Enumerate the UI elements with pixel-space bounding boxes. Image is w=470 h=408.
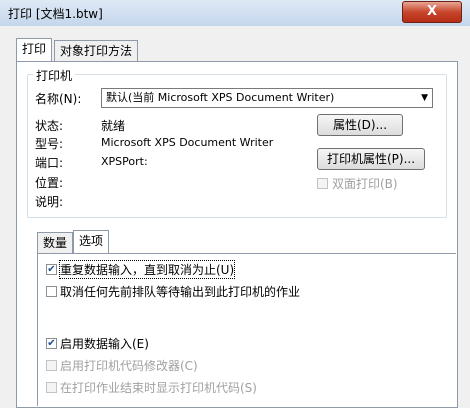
status-value: 就绪 — [101, 119, 126, 133]
option-checkbox[interactable] — [46, 360, 57, 371]
model-label: 型号: — [35, 137, 64, 151]
option-data-entry-label: 启用数据输入(E) — [60, 337, 149, 351]
option-checkbox[interactable]: ✔ — [46, 264, 57, 275]
name-label: 名称(N): — [35, 92, 82, 106]
chevron-down-icon: ▼ — [421, 93, 428, 103]
option-show-codes-label: 在打印作业结束时显示打印机代码(S) — [60, 381, 257, 395]
port-label: 端口: — [35, 156, 64, 170]
printer-name-value: 默认(当前 Microsoft XPS Document Writer) — [106, 91, 335, 104]
port-value: XPSPort: — [101, 155, 148, 168]
dialog-body: 打印 对象打印方法 打印机 名称(N): 默认(当前 Microsoft XPS… — [0, 26, 470, 408]
option-code-modifier-label: 启用打印机代码修改器(C) — [60, 359, 198, 373]
option-repeat-label: 重复数据输入，直到取消为止(U) — [58, 260, 236, 279]
window-title: 打印 [文档1.btw] — [8, 7, 103, 21]
option-checkbox[interactable] — [46, 286, 57, 297]
tab-quantity[interactable]: 数量 — [37, 232, 74, 253]
options-tab-panel: ✔ 重复数据输入，直到取消为止(U) 取消任何先前排队等待输出到此打印机的作业 … — [37, 253, 456, 406]
print-tab-panel: 打印机 名称(N): 默认(当前 Microsoft XPS Document … — [16, 61, 458, 408]
attributes-button[interactable]: 属性(D)... — [317, 114, 403, 136]
printer-attributes-button[interactable]: 打印机属性(P)... — [317, 148, 425, 170]
tab-print[interactable]: 打印 — [16, 38, 53, 61]
location-label: 位置: — [35, 176, 64, 190]
option-cancel-jobs-label: 取消任何先前排队等待输出到此打印机的作业 — [60, 285, 301, 299]
tab-object-print-method[interactable]: 对象打印方法 — [54, 40, 139, 61]
printer-group-label: 打印机 — [33, 67, 76, 84]
model-value: Microsoft XPS Document Writer — [101, 136, 274, 149]
title-bar: 打印 [文档1.btw] X — [0, 0, 470, 27]
comment-label: 说明: — [35, 195, 64, 209]
tab-options[interactable]: 选项 — [73, 230, 110, 253]
duplex-label: 双面打印(B) — [332, 177, 398, 191]
option-checkbox[interactable]: ✔ — [46, 338, 57, 349]
duplex-checkbox[interactable] — [317, 178, 328, 189]
close-button[interactable]: X — [402, 1, 462, 23]
status-label: 状态: — [35, 119, 64, 133]
option-checkbox[interactable] — [46, 382, 57, 393]
printer-name-select[interactable]: 默认(当前 Microsoft XPS Document Writer) ▼ — [101, 88, 433, 108]
